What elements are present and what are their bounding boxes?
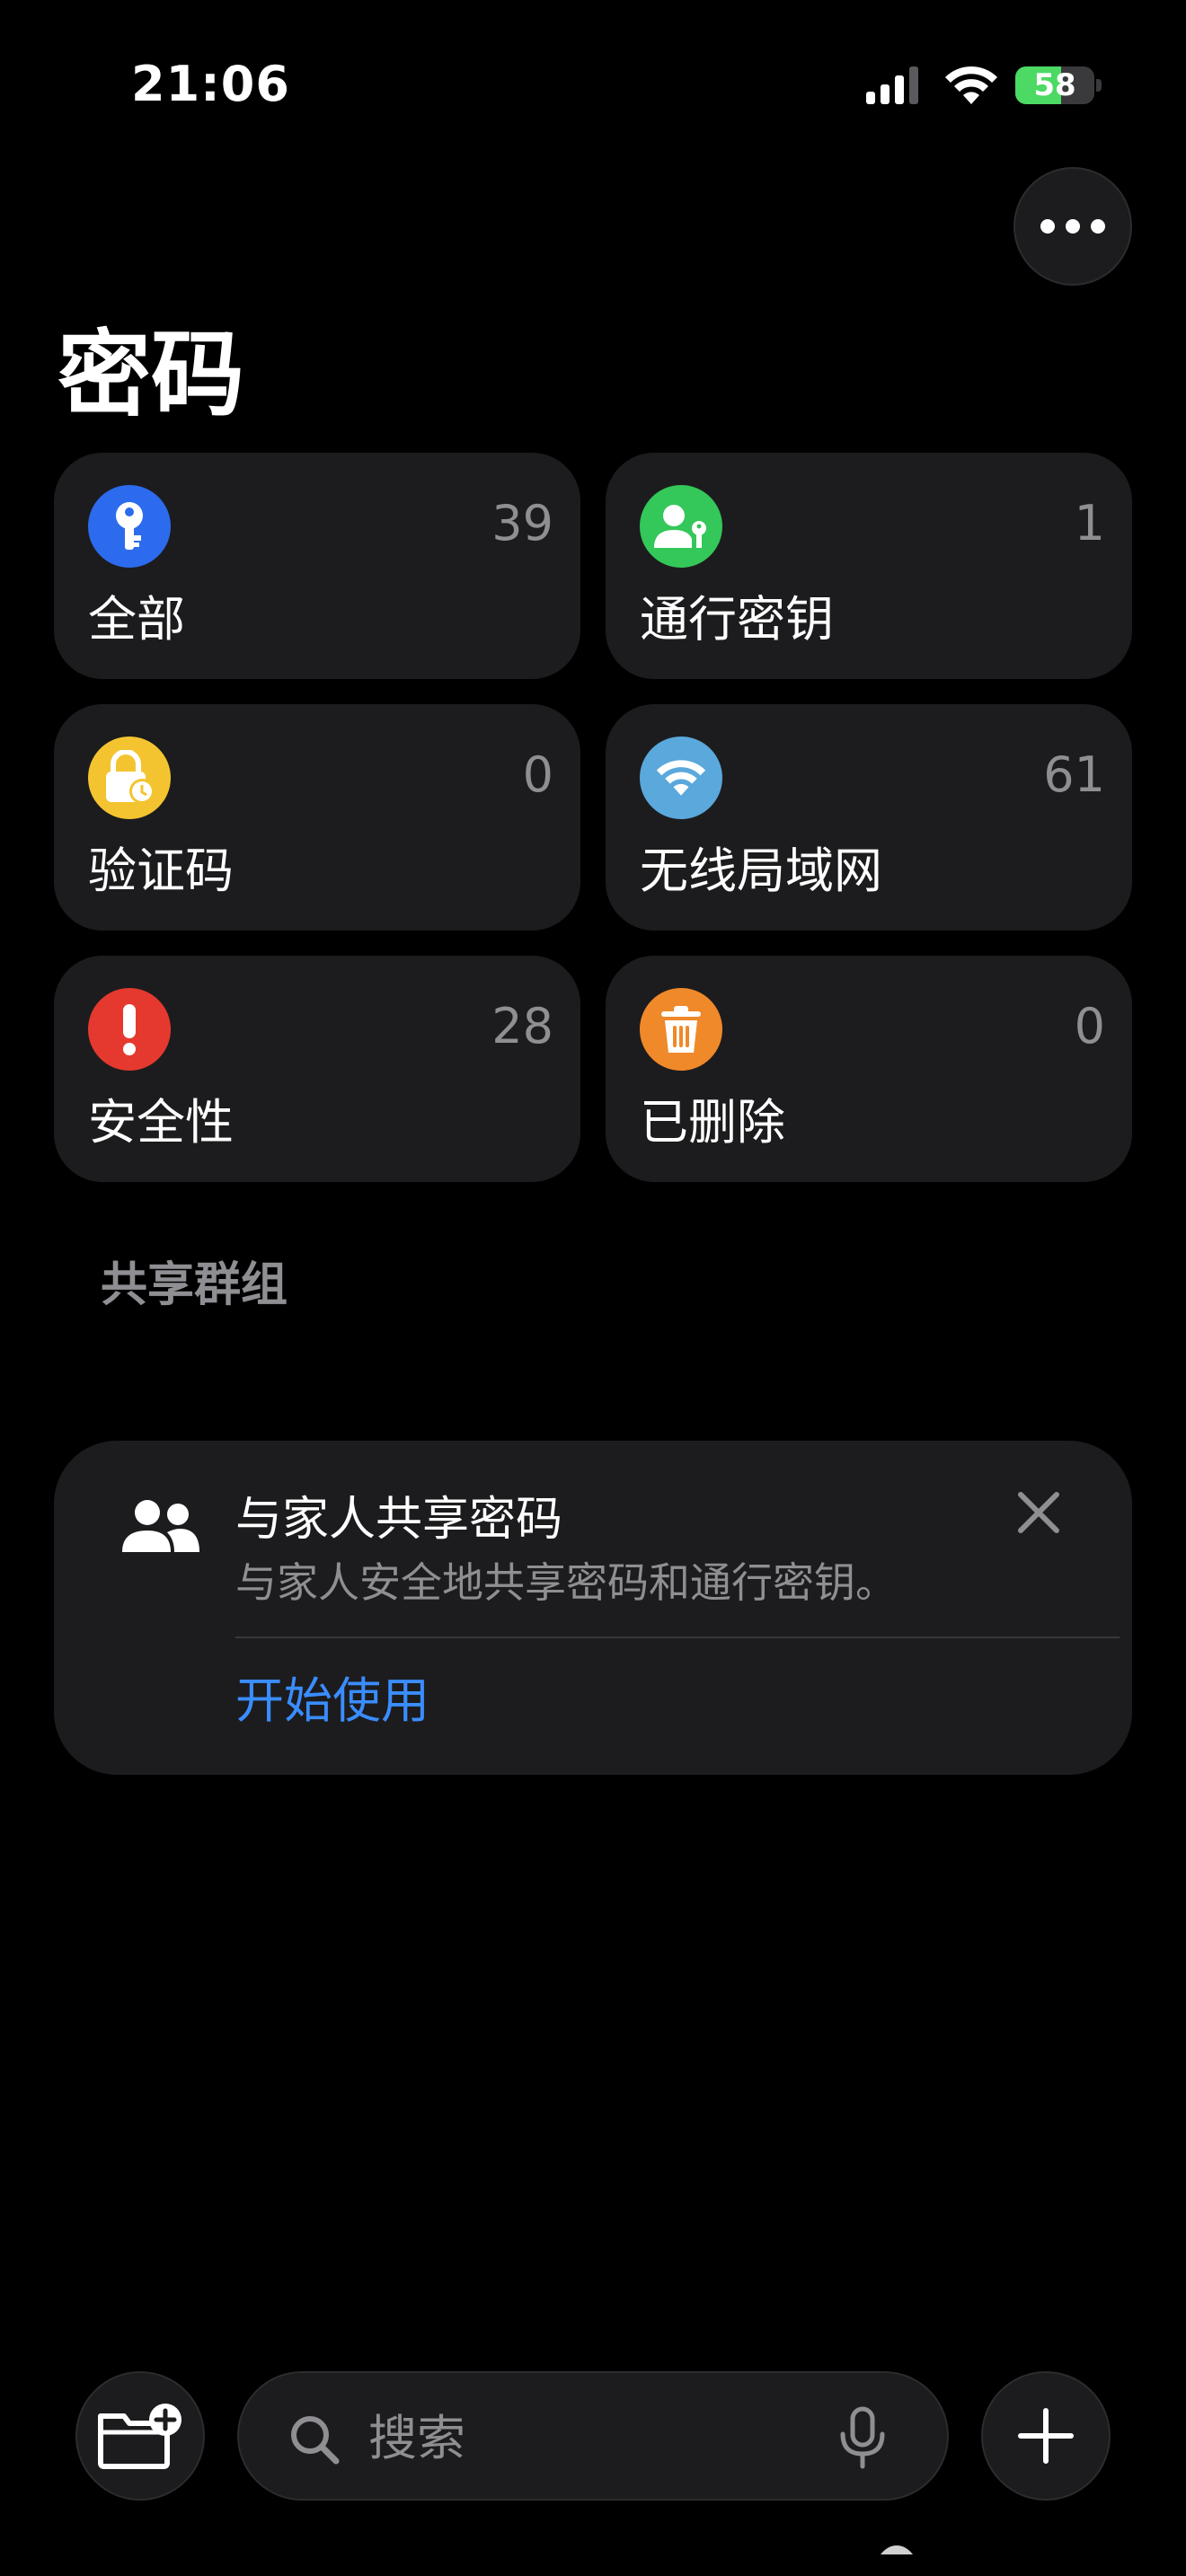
- category-label: 无线局域网: [640, 842, 882, 899]
- category-count: 0: [1074, 998, 1105, 1054]
- folder-add-icon: [98, 2404, 181, 2469]
- battery-tip: [1096, 79, 1102, 92]
- category-card-deleted[interactable]: 0 已删除: [606, 956, 1132, 1182]
- close-icon: [1018, 1492, 1059, 1533]
- people-icon: [122, 1500, 199, 1552]
- category-card-all[interactable]: 39 全部: [54, 453, 580, 679]
- search-icon: [291, 2416, 340, 2465]
- share-card-close-button[interactable]: [1010, 1484, 1067, 1541]
- search-input[interactable]: [368, 2402, 800, 2474]
- battery-percentage: 58: [1033, 67, 1076, 103]
- plus-icon: [1018, 2408, 1074, 2464]
- person-key-icon: [640, 485, 722, 568]
- battery-body: 58: [1015, 66, 1094, 104]
- page-title: 密码: [58, 320, 245, 429]
- share-with-family-card: 与家人共享密码 与家人安全地共享密码和通行密钥。 开始使用: [54, 1441, 1132, 1775]
- status-bar: 21:06 58: [0, 0, 1186, 171]
- exclamation-icon: [88, 988, 171, 1071]
- category-card-wifi[interactable]: 61 无线局域网: [606, 704, 1132, 931]
- wifi-icon: [640, 737, 722, 819]
- share-card-subtitle: 与家人安全地共享密码和通行密钥。: [235, 1558, 897, 1607]
- category-count: 61: [1043, 746, 1105, 803]
- more-options-button[interactable]: [1013, 167, 1132, 286]
- share-card-title: 与家人共享密码: [235, 1493, 563, 1547]
- get-started-link[interactable]: 开始使用: [235, 1665, 429, 1737]
- home-indicator: [881, 2545, 913, 2554]
- category-card-verification-codes[interactable]: 0 验证码: [54, 704, 580, 931]
- microphone-icon[interactable]: [837, 2405, 888, 2470]
- category-card-security[interactable]: 28 安全性: [54, 956, 580, 1182]
- status-time: 21:06: [131, 56, 290, 112]
- battery-indicator: 58: [1015, 65, 1102, 106]
- category-card-passkeys[interactable]: 1 通行密钥: [606, 453, 1132, 679]
- category-label: 已删除: [640, 1094, 785, 1151]
- wifi-status-icon: [945, 66, 997, 104]
- key-icon: [88, 485, 171, 568]
- category-count: 0: [522, 746, 553, 803]
- category-count: 39: [491, 495, 553, 551]
- lock-clock-icon: [88, 737, 171, 819]
- cellular-signal-icon: [866, 66, 918, 104]
- search-bar[interactable]: [237, 2371, 949, 2501]
- category-label: 验证码: [88, 842, 234, 899]
- trash-icon: [640, 988, 722, 1071]
- ellipsis-icon: [1040, 219, 1105, 234]
- category-count: 1: [1074, 495, 1105, 551]
- category-label: 全部: [88, 591, 185, 648]
- category-label: 通行密钥: [640, 591, 834, 648]
- new-group-button[interactable]: [75, 2371, 205, 2501]
- category-label: 安全性: [88, 1094, 234, 1151]
- section-header-shared-groups: 共享群组: [101, 1258, 288, 1312]
- category-grid: 39 全部 1 通行密钥 0 验证码 61 无线局域网 28 安全性 0 已删除: [54, 453, 1132, 1182]
- category-count: 28: [491, 998, 553, 1054]
- share-card-divider: [235, 1636, 1120, 1638]
- add-password-button[interactable]: [981, 2371, 1111, 2501]
